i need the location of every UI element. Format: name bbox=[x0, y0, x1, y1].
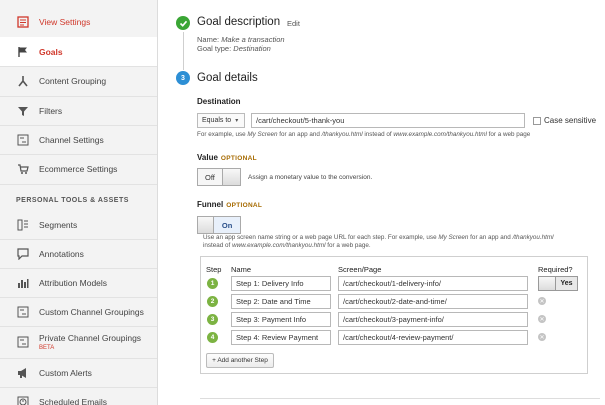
section-heading: PERSONAL TOOLS & ASSETS bbox=[16, 197, 129, 204]
flag-icon bbox=[16, 45, 30, 59]
sidebar-item-goals[interactable]: Goals bbox=[0, 37, 157, 66]
sidebar-item-label: Custom Channel Groupings bbox=[39, 306, 144, 317]
value-toggle[interactable]: Off bbox=[197, 168, 241, 186]
goal-name-meta: Name: Make a transaction bbox=[197, 35, 285, 44]
sidebar-item-scheduled-emails[interactable]: Scheduled Emails bbox=[0, 387, 157, 405]
sidebar-item-label: Custom Alerts bbox=[39, 367, 92, 378]
chevron-down-icon: ▾ bbox=[235, 118, 239, 124]
check-icon bbox=[176, 16, 190, 30]
view-settings-icon bbox=[16, 15, 30, 29]
match-type-select[interactable]: Equals to ▾ bbox=[197, 113, 245, 128]
step-number: 4 bbox=[207, 332, 218, 343]
clock-icon bbox=[16, 395, 30, 405]
sidebar-item-custom-alerts[interactable]: Custom Alerts bbox=[0, 358, 157, 387]
step-number: 1 bbox=[207, 278, 218, 289]
sidebar-item-label: Ecommerce Settings bbox=[39, 163, 118, 174]
sidebar-item-label: Goals bbox=[39, 46, 63, 57]
case-sensitive-checkbox[interactable] bbox=[533, 117, 541, 125]
value-label: Value OPTIONAL bbox=[197, 153, 257, 162]
add-another-step-button[interactable]: + Add another Step bbox=[206, 353, 274, 368]
sidebar-item-custom-channel-groupings[interactable]: Custom Channel Groupings bbox=[0, 297, 157, 326]
sidebar-item-annotations[interactable]: Annotations bbox=[0, 239, 157, 268]
step-name-input[interactable]: Step 3: Payment Info bbox=[231, 312, 331, 327]
active-indicator bbox=[157, 44, 158, 56]
cart-icon bbox=[16, 162, 30, 176]
admin-sidebar: View Settings Goals Content Grouping Fil… bbox=[0, 0, 158, 405]
remove-step-icon[interactable]: ✕ bbox=[538, 315, 546, 323]
private-channel-icon bbox=[16, 335, 30, 349]
step-page-input[interactable]: /cart/checkout/4-review-payment/ bbox=[338, 330, 528, 345]
remove-step-icon[interactable]: ✕ bbox=[538, 333, 546, 341]
sidebar-item-segments[interactable]: Segments bbox=[0, 210, 157, 239]
column-header-name: Name bbox=[231, 265, 252, 274]
megaphone-icon bbox=[16, 366, 30, 380]
step-number-badge: 3 bbox=[176, 71, 190, 85]
goal-type-meta: Goal type: Destination bbox=[197, 44, 271, 53]
sidebar-item-view-settings[interactable]: View Settings bbox=[0, 7, 157, 36]
beta-badge: BETA bbox=[39, 345, 55, 351]
custom-channel-icon bbox=[16, 305, 30, 319]
annotation-icon bbox=[16, 247, 30, 261]
funnel-hint: Use an app screen name string or a web p… bbox=[203, 234, 554, 249]
goal-description-title: Goal description bbox=[197, 16, 281, 28]
step-page-input[interactable]: /cart/checkout/3-payment-info/ bbox=[338, 312, 528, 327]
sidebar-item-channel-settings[interactable]: Channel Settings bbox=[0, 125, 157, 154]
segments-icon bbox=[16, 218, 30, 232]
sidebar-item-label: Annotations bbox=[39, 248, 84, 259]
column-header-step: Step bbox=[206, 265, 222, 274]
required-toggle[interactable]: Yes bbox=[538, 276, 578, 291]
sidebar-item-label: View Settings bbox=[39, 16, 91, 27]
sidebar-item-label: Private Channel Groupings bbox=[39, 333, 142, 343]
sidebar-item-label: Channel Settings bbox=[39, 134, 104, 145]
step-name-input[interactable]: Step 2: Date and Time bbox=[231, 294, 331, 309]
sidebar-item-content-grouping[interactable]: Content Grouping bbox=[0, 66, 157, 95]
step-page-input[interactable]: /cart/checkout/1-delivery-info/ bbox=[338, 276, 528, 291]
step-name-input[interactable]: Step 4: Review Payment bbox=[231, 330, 331, 345]
column-header-screen: Screen/Page bbox=[338, 265, 382, 274]
content-grouping-icon bbox=[16, 74, 30, 88]
sidebar-item-filters[interactable]: Filters bbox=[0, 96, 157, 125]
funnel-label: Funnel OPTIONAL bbox=[197, 200, 263, 209]
sidebar-item-label: Segments bbox=[39, 219, 78, 230]
attribution-icon bbox=[16, 276, 30, 290]
step-name-input[interactable]: Step 1: Delivery Info bbox=[231, 276, 331, 291]
sidebar-item-label: Filters bbox=[39, 105, 63, 116]
step-number: 3 bbox=[207, 314, 218, 325]
sidebar-item-attribution-models[interactable]: Attribution Models bbox=[0, 268, 157, 297]
funnel-toggle[interactable]: On bbox=[197, 216, 241, 234]
filter-icon bbox=[16, 104, 30, 118]
channel-settings-icon bbox=[16, 133, 30, 147]
sidebar-item-label: Attribution Models bbox=[39, 277, 108, 288]
destination-hint: For example, use My Screen for an app an… bbox=[197, 131, 531, 138]
edit-link[interactable]: Edit bbox=[287, 19, 300, 28]
step-number: 2 bbox=[207, 296, 218, 307]
case-sensitive-label: Case sensitive bbox=[544, 116, 597, 125]
sidebar-item-ecommerce-settings[interactable]: Ecommerce Settings bbox=[0, 154, 157, 183]
sidebar-item-private-channel-groupings[interactable]: Private Channel Groupings BETA bbox=[0, 326, 157, 358]
sidebar-item-label: Scheduled Emails bbox=[39, 396, 108, 405]
value-hint: Assign a monetary value to the conversio… bbox=[248, 174, 373, 181]
step-page-input[interactable]: /cart/checkout/2-date-and-time/ bbox=[338, 294, 528, 309]
remove-step-icon[interactable]: ✕ bbox=[538, 297, 546, 305]
destination-input[interactable]: /cart/checkout/5-thank-you bbox=[251, 113, 525, 128]
sidebar-item-label: Content Grouping bbox=[39, 75, 107, 86]
destination-label: Destination bbox=[197, 97, 241, 106]
column-header-required: Required? bbox=[538, 265, 573, 274]
goal-details-title: Goal details bbox=[197, 72, 258, 84]
